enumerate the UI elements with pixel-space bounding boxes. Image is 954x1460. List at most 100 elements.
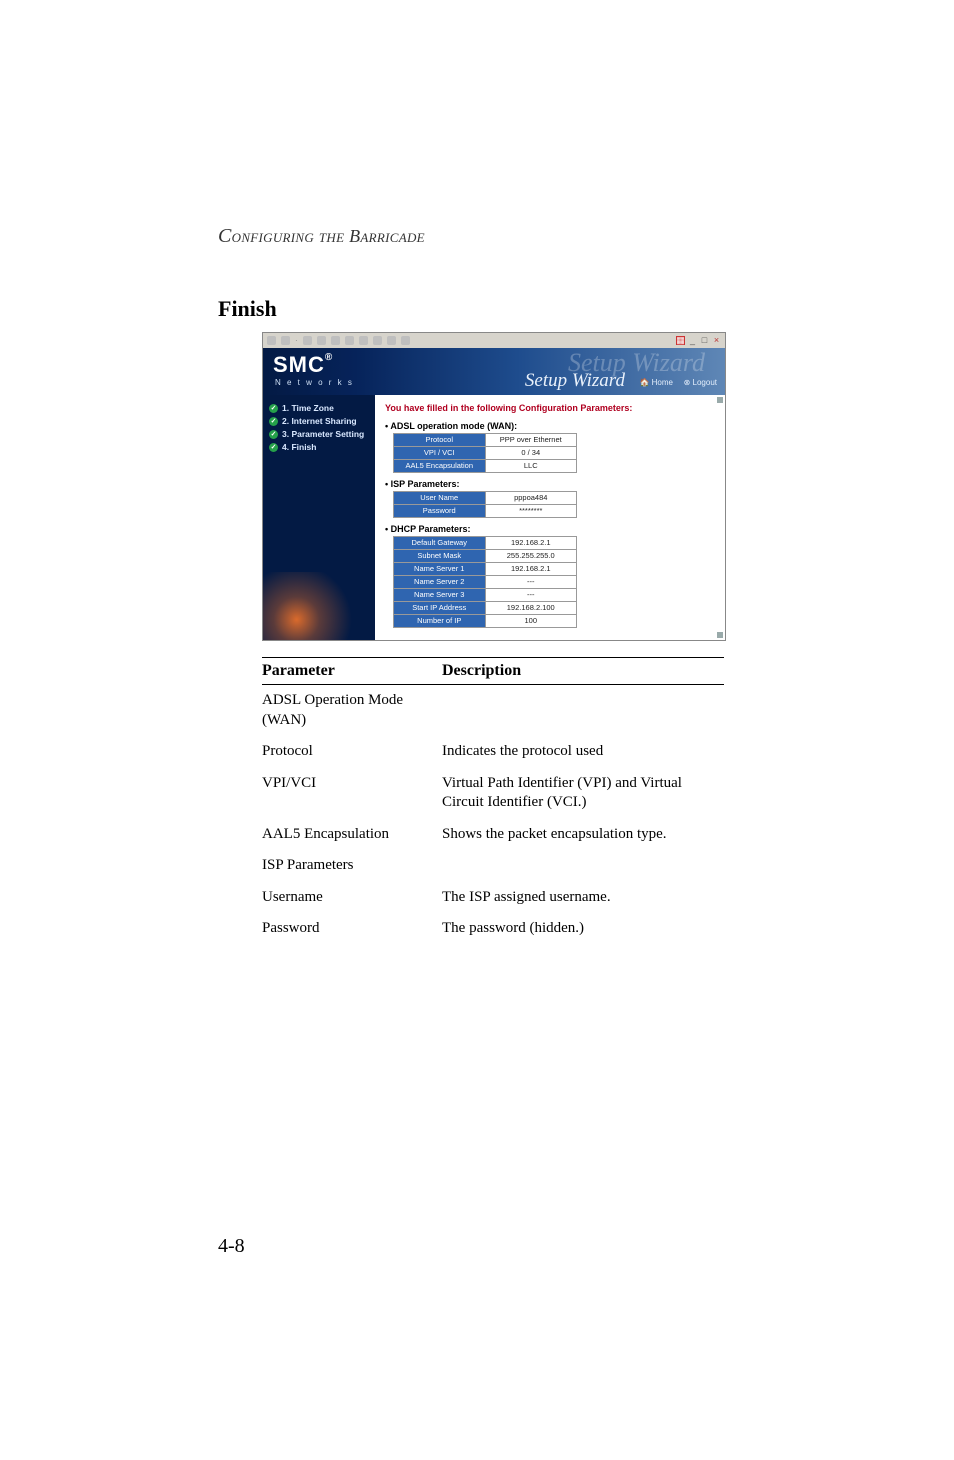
wizard-nav-label: 3. Parameter Setting xyxy=(282,429,364,439)
config-key: Number of IP xyxy=(394,615,486,628)
param-desc xyxy=(442,685,724,737)
config-value: --- xyxy=(485,576,577,589)
param-desc: Shows the packet encapsulation type. xyxy=(442,819,724,851)
config-message: You have filled in the following Configu… xyxy=(385,403,715,413)
scroll-up-icon[interactable] xyxy=(717,397,723,403)
table-row: PasswordThe password (hidden.) xyxy=(262,913,724,945)
config-key: Subnet Mask xyxy=(394,550,486,563)
window-flag-icon: ▦ xyxy=(676,336,685,345)
config-value: pppoa484 xyxy=(485,492,577,505)
home-icon[interactable] xyxy=(331,336,340,345)
config-row: User Namepppoa484 xyxy=(394,492,577,505)
config-value: 192.168.2.1 xyxy=(485,563,577,576)
config-key: Start IP Address xyxy=(394,602,486,615)
brand-logo: SMC® xyxy=(273,352,333,378)
config-value: LLC xyxy=(485,460,577,473)
banner-title: Setup Wizard xyxy=(525,370,625,392)
config-row: AAL5 EncapsulationLLC xyxy=(394,460,577,473)
parameter-table: Parameter Description ADSL Operation Mod… xyxy=(262,657,724,945)
config-group-title: ISP Parameters: xyxy=(385,479,715,489)
config-row: Name Server 3--- xyxy=(394,589,577,602)
window-minimize-icon[interactable]: _ xyxy=(688,336,697,345)
check-icon: ✓ xyxy=(269,430,278,439)
param-name: AAL5 Encapsulation xyxy=(262,819,442,851)
param-name: Password xyxy=(262,913,442,945)
print-icon[interactable] xyxy=(401,336,410,345)
config-key: AAL5 Encapsulation xyxy=(394,460,486,473)
param-name: ISP Parameters xyxy=(262,850,442,882)
config-key: Protocol xyxy=(394,434,486,447)
config-row: Start IP Address192.168.2.100 xyxy=(394,602,577,615)
config-table: User Namepppoa484Password******** xyxy=(393,491,577,518)
param-desc: Indicates the protocol used xyxy=(442,736,724,768)
nav-art xyxy=(263,572,375,640)
wizard-nav-step-2[interactable]: ✓2. Internet Sharing xyxy=(269,416,369,426)
config-row: Name Server 1192.168.2.1 xyxy=(394,563,577,576)
config-row: ProtocolPPP over Ethernet xyxy=(394,434,577,447)
config-row: VPI / VCI0 / 34 xyxy=(394,447,577,460)
config-row: Password******** xyxy=(394,505,577,518)
config-key: Default Gateway xyxy=(394,537,486,550)
param-desc: Virtual Path Identifier (VPI) and Virtua… xyxy=(442,768,724,819)
config-value: 100 xyxy=(485,615,577,628)
config-table: Default Gateway192.168.2.1Subnet Mask255… xyxy=(393,536,577,628)
config-value: 255.255.255.0 xyxy=(485,550,577,563)
logout-link[interactable]: ⊗ Logout xyxy=(684,378,717,387)
page-number: 4-8 xyxy=(218,1235,245,1258)
param-name: Protocol xyxy=(262,736,442,768)
table-row: ISP Parameters xyxy=(262,850,724,882)
wizard-banner: SMC® N e t w o r k s Setup Wizard Setup … xyxy=(263,348,725,395)
config-row: Number of IP100 xyxy=(394,615,577,628)
param-name: ADSL Operation Mode (WAN) xyxy=(262,685,442,737)
config-value: --- xyxy=(485,589,577,602)
param-desc: The password (hidden.) xyxy=(442,913,724,945)
history-icon[interactable] xyxy=(373,336,382,345)
config-row: Default Gateway192.168.2.1 xyxy=(394,537,577,550)
table-row: ADSL Operation Mode (WAN) xyxy=(262,685,724,737)
search-icon[interactable] xyxy=(345,336,354,345)
mail-icon[interactable] xyxy=(387,336,396,345)
config-key: User Name xyxy=(394,492,486,505)
wizard-content: You have filled in the following Configu… xyxy=(375,395,725,640)
check-icon: ✓ xyxy=(269,417,278,426)
config-key: VPI / VCI xyxy=(394,447,486,460)
wizard-screenshot: · ▦ _ □ × SMC® N e t w o r k s xyxy=(262,332,726,641)
window-maximize-icon[interactable]: □ xyxy=(700,336,709,345)
refresh-icon[interactable] xyxy=(317,336,326,345)
home-link[interactable]: 🏠 Home xyxy=(639,378,673,387)
section-title: Finish xyxy=(218,296,744,322)
config-key: Name Server 3 xyxy=(394,589,486,602)
wizard-nav-step-3[interactable]: ✓ 3. Parameter Setting xyxy=(269,429,369,439)
scroll-down-icon[interactable] xyxy=(717,632,723,638)
wizard-nav-label: 4. Finish xyxy=(282,442,316,452)
fav-icon[interactable] xyxy=(359,336,368,345)
nav-fwd-icon[interactable] xyxy=(281,336,290,345)
check-icon: ✓ xyxy=(269,404,278,413)
param-name: VPI/VCI xyxy=(262,768,442,819)
nav-back-icon[interactable] xyxy=(267,336,276,345)
window-close-icon[interactable]: × xyxy=(712,336,721,345)
config-key: Name Server 2 xyxy=(394,576,486,589)
table-row: AAL5 EncapsulationShows the packet encap… xyxy=(262,819,724,851)
running-header: Configuring the Barricade xyxy=(218,225,744,248)
config-value: 0 / 34 xyxy=(485,447,577,460)
config-value: ******** xyxy=(485,505,577,518)
wizard-nav-step-4[interactable]: ✓4. Finish xyxy=(269,442,369,452)
col-header-parameter: Parameter xyxy=(262,658,442,685)
table-row: ProtocolIndicates the protocol used xyxy=(262,736,724,768)
scrollbar[interactable] xyxy=(717,397,723,638)
table-row: UsernameThe ISP assigned username. xyxy=(262,882,724,914)
config-table: ProtocolPPP over EthernetVPI / VCI0 / 34… xyxy=(393,433,577,473)
param-desc xyxy=(442,850,724,882)
brand-subtext: N e t w o r k s xyxy=(275,378,354,387)
table-row: VPI/VCIVirtual Path Identifier (VPI) and… xyxy=(262,768,724,819)
config-value: 192.168.2.1 xyxy=(485,537,577,550)
config-row: Subnet Mask255.255.255.0 xyxy=(394,550,577,563)
wizard-nav-step-1[interactable]: ✓1. Time Zone xyxy=(269,403,369,413)
browser-toolbar: · ▦ _ □ × xyxy=(263,333,725,348)
config-group-title: DHCP Parameters: xyxy=(385,524,715,534)
config-key: Name Server 1 xyxy=(394,563,486,576)
param-desc: The ISP assigned username. xyxy=(442,882,724,914)
stop-icon[interactable] xyxy=(303,336,312,345)
config-key: Password xyxy=(394,505,486,518)
